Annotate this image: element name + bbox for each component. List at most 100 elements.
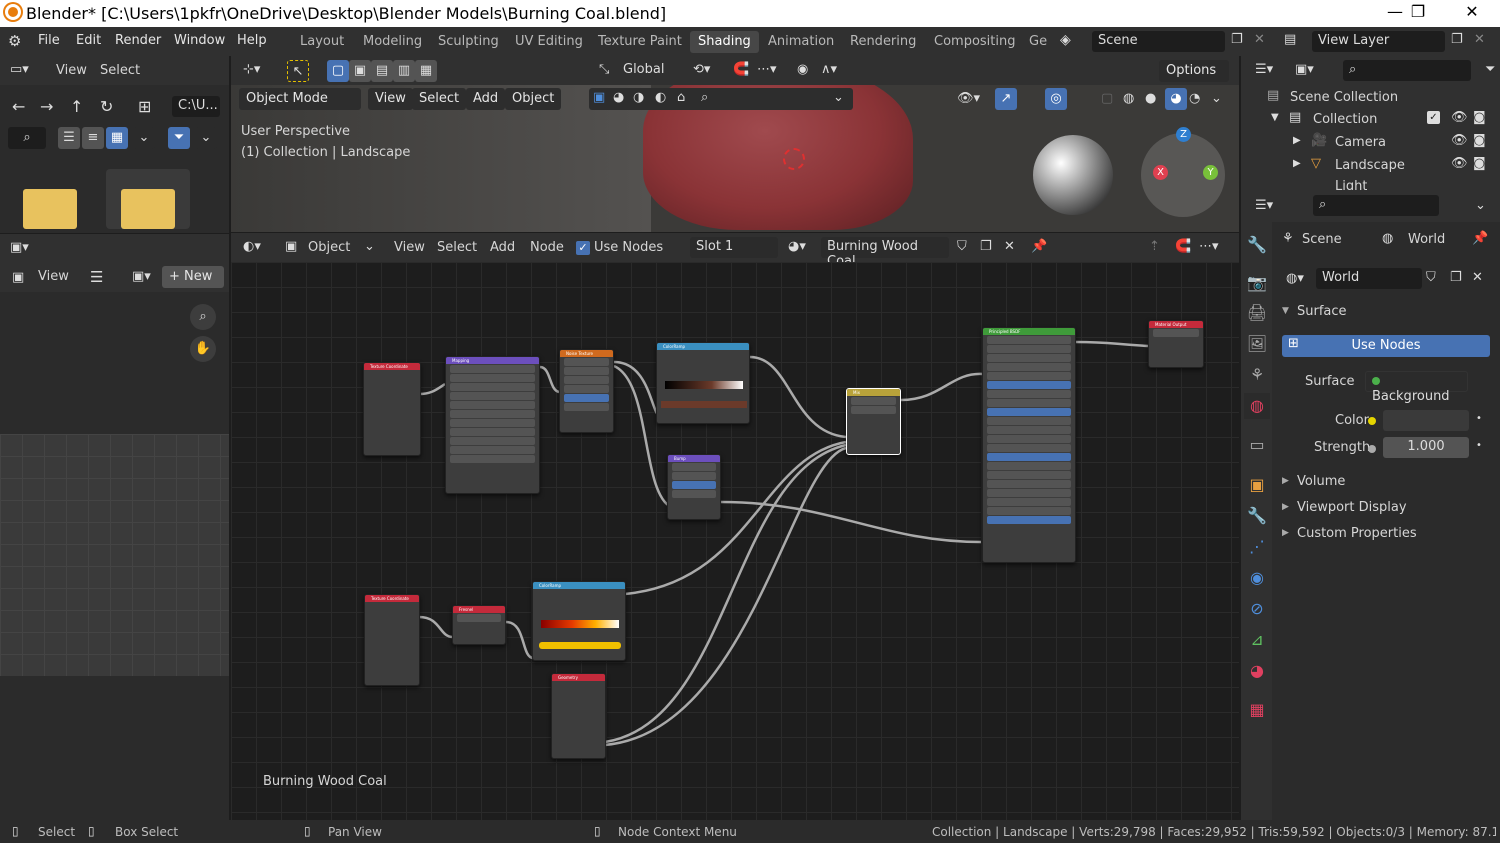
node-view-menu[interactable]: View: [394, 240, 425, 255]
select-mode-intersect-icon[interactable]: ▦: [415, 60, 437, 82]
render-tab-icon[interactable]: 📷: [1244, 270, 1270, 296]
data-tab-icon[interactable]: ⊿: [1244, 627, 1270, 653]
outliner-search-field[interactable]: ⌕: [1343, 60, 1471, 81]
object-mode-dropdown[interactable]: Object Mode: [239, 88, 361, 110]
node-bump[interactable]: Bump: [667, 454, 721, 520]
outliner-item-landscape[interactable]: Landscape: [1335, 158, 1405, 173]
list-view-icon[interactable]: ☰: [58, 127, 80, 149]
editor-type-icon[interactable]: ▣▾: [10, 240, 29, 255]
menu-window[interactable]: Window: [174, 33, 225, 48]
light-filter-icon[interactable]: ◑: [633, 90, 644, 105]
close-button[interactable]: ✕: [1452, 2, 1492, 24]
pan-hand-icon[interactable]: ✋: [190, 336, 216, 362]
node-editor-canvas[interactable]: Texture Coordinate Mapping Noise Texture…: [231, 262, 1239, 820]
new-image-button[interactable]: + New: [162, 266, 224, 288]
visibility-icon[interactable]: 👁▾: [957, 91, 980, 106]
node-geometry[interactable]: Geometry: [551, 673, 606, 759]
view-mode-icon[interactable]: ▣: [12, 270, 24, 285]
search-icon[interactable]: ⌕: [701, 90, 708, 105]
imageeditor-view-menu[interactable]: View: [38, 269, 69, 284]
color-swatch-field[interactable]: [1383, 410, 1469, 431]
world-browse-icon[interactable]: ◍▾: [1286, 271, 1304, 286]
filter-icon[interactable]: ⏷: [168, 127, 190, 149]
shader-type-dropdown[interactable]: Object: [308, 240, 350, 255]
zoom-icon[interactable]: ⌕: [190, 304, 216, 330]
select-tool-icon[interactable]: ↖: [287, 60, 309, 82]
keyframe-dot-icon[interactable]: •: [1476, 440, 1482, 451]
world-tab-icon[interactable]: ◍: [1244, 393, 1270, 419]
tab-uv-editing[interactable]: UV Editing: [507, 31, 591, 53]
blender-menu-icon[interactable]: ⚙: [8, 32, 21, 50]
new-folder-icon[interactable]: ⊞: [138, 97, 151, 116]
solid-shading-icon[interactable]: ●: [1145, 91, 1156, 106]
eye-icon[interactable]: 👁: [1451, 156, 1468, 171]
back-arrow-icon[interactable]: ←: [12, 97, 25, 116]
select-mode-invert-icon[interactable]: ▥: [393, 60, 415, 82]
shading-chevron-icon[interactable]: ⌄: [1211, 91, 1222, 106]
pin-icon[interactable]: 📌: [1472, 231, 1488, 246]
node-texture-coordinate-2[interactable]: Texture Coordinate: [364, 594, 420, 686]
new-scene-icon[interactable]: ❐: [1231, 32, 1243, 47]
scene-collection-label[interactable]: Scene Collection: [1290, 90, 1398, 105]
view-layer-icon[interactable]: ▤: [1284, 32, 1296, 47]
output-tab-icon[interactable]: 🖨: [1244, 300, 1270, 326]
material-tab-icon[interactable]: ◕: [1244, 658, 1270, 684]
tab-animation[interactable]: Animation: [760, 31, 842, 53]
delete-view-layer-icon[interactable]: ✕: [1474, 32, 1485, 47]
snap-target-icon[interactable]: ⋯▾: [757, 62, 777, 77]
node-node-menu[interactable]: Node: [530, 240, 564, 255]
folder-icon[interactable]: [23, 189, 77, 229]
wireframe-shading-icon[interactable]: ◍: [1123, 91, 1134, 106]
list-view2-icon[interactable]: ≡: [82, 127, 104, 149]
tab-compositing[interactable]: Compositing: [926, 31, 1024, 53]
node-select-menu[interactable]: Select: [437, 240, 477, 255]
node-fresnel[interactable]: Fresnel: [452, 605, 506, 645]
menu-edit[interactable]: Edit: [76, 33, 101, 48]
folder-icon[interactable]: [121, 189, 175, 229]
snap-element-icon[interactable]: ⋯▾: [1199, 239, 1219, 254]
menu-help[interactable]: Help: [237, 33, 267, 48]
expand-arrow-icon[interactable]: ▶: [1293, 135, 1301, 146]
outliner-item-light[interactable]: Light: [1335, 179, 1367, 190]
node-material-output[interactable]: Material Output: [1148, 320, 1204, 368]
view-layer-field[interactable]: View Layer: [1312, 31, 1445, 52]
eye-icon[interactable]: 👁: [1451, 133, 1468, 148]
image-browse-icon[interactable]: ▣▾: [132, 269, 151, 284]
collapse-arrow-icon[interactable]: ▼: [1282, 306, 1289, 316]
viewport-select-menu[interactable]: Select: [412, 88, 467, 110]
duplicate-material-icon[interactable]: ❐: [980, 239, 992, 254]
gizmo-x-axis[interactable]: X: [1153, 165, 1168, 180]
filter-chevron-icon[interactable]: ⌄: [833, 90, 844, 105]
outliner-item-camera[interactable]: Camera: [1335, 135, 1386, 150]
editor-type-icon[interactable]: ▭▾: [10, 62, 29, 77]
snap-icon[interactable]: 🧲: [1175, 239, 1191, 254]
menu-icon[interactable]: ☰: [90, 268, 103, 286]
tab-shading[interactable]: Shading: [690, 31, 759, 53]
camera-render-icon[interactable]: ◙: [1473, 110, 1486, 125]
filebrowser-view-menu[interactable]: View: [56, 63, 87, 78]
node-mix[interactable]: Mix: [846, 388, 901, 455]
filter-icon[interactable]: ⏷: [1485, 62, 1495, 77]
camera-filter-icon[interactable]: ⌂: [677, 90, 685, 105]
navigation-gizmo[interactable]: Z X Y: [1141, 127, 1225, 217]
slot-dropdown[interactable]: Slot 1: [690, 237, 778, 258]
filter-chevron-icon[interactable]: ⌄: [195, 127, 217, 149]
tab-sculpting[interactable]: Sculpting: [430, 31, 507, 53]
particles-tab-icon[interactable]: ⋰: [1244, 534, 1270, 560]
rendered-shading-icon[interactable]: ◔: [1189, 91, 1200, 106]
use-nodes-button[interactable]: Use Nodes: [1282, 335, 1490, 357]
gizmo-y-axis[interactable]: Y: [1203, 165, 1218, 180]
tab-more[interactable]: Ge: [1021, 31, 1055, 53]
gizmo-toggle-icon[interactable]: ↗: [995, 88, 1017, 110]
tab-layout[interactable]: Layout: [292, 31, 352, 53]
display-mode-icon[interactable]: ▣▾: [1295, 62, 1314, 77]
tool-tab-icon[interactable]: 🔧: [1244, 232, 1270, 258]
constraints-tab-icon[interactable]: ⊘: [1244, 596, 1270, 622]
parent-node-tree-icon[interactable]: ⇡: [1149, 239, 1160, 254]
outliner-item-collection[interactable]: Collection: [1313, 112, 1377, 127]
camera-render-icon[interactable]: ◙: [1473, 133, 1486, 148]
collection-tab-icon[interactable]: ▭: [1244, 432, 1270, 458]
refresh-icon[interactable]: ↻: [100, 97, 113, 116]
node-add-menu[interactable]: Add: [490, 240, 515, 255]
forward-arrow-icon[interactable]: →: [40, 97, 53, 116]
